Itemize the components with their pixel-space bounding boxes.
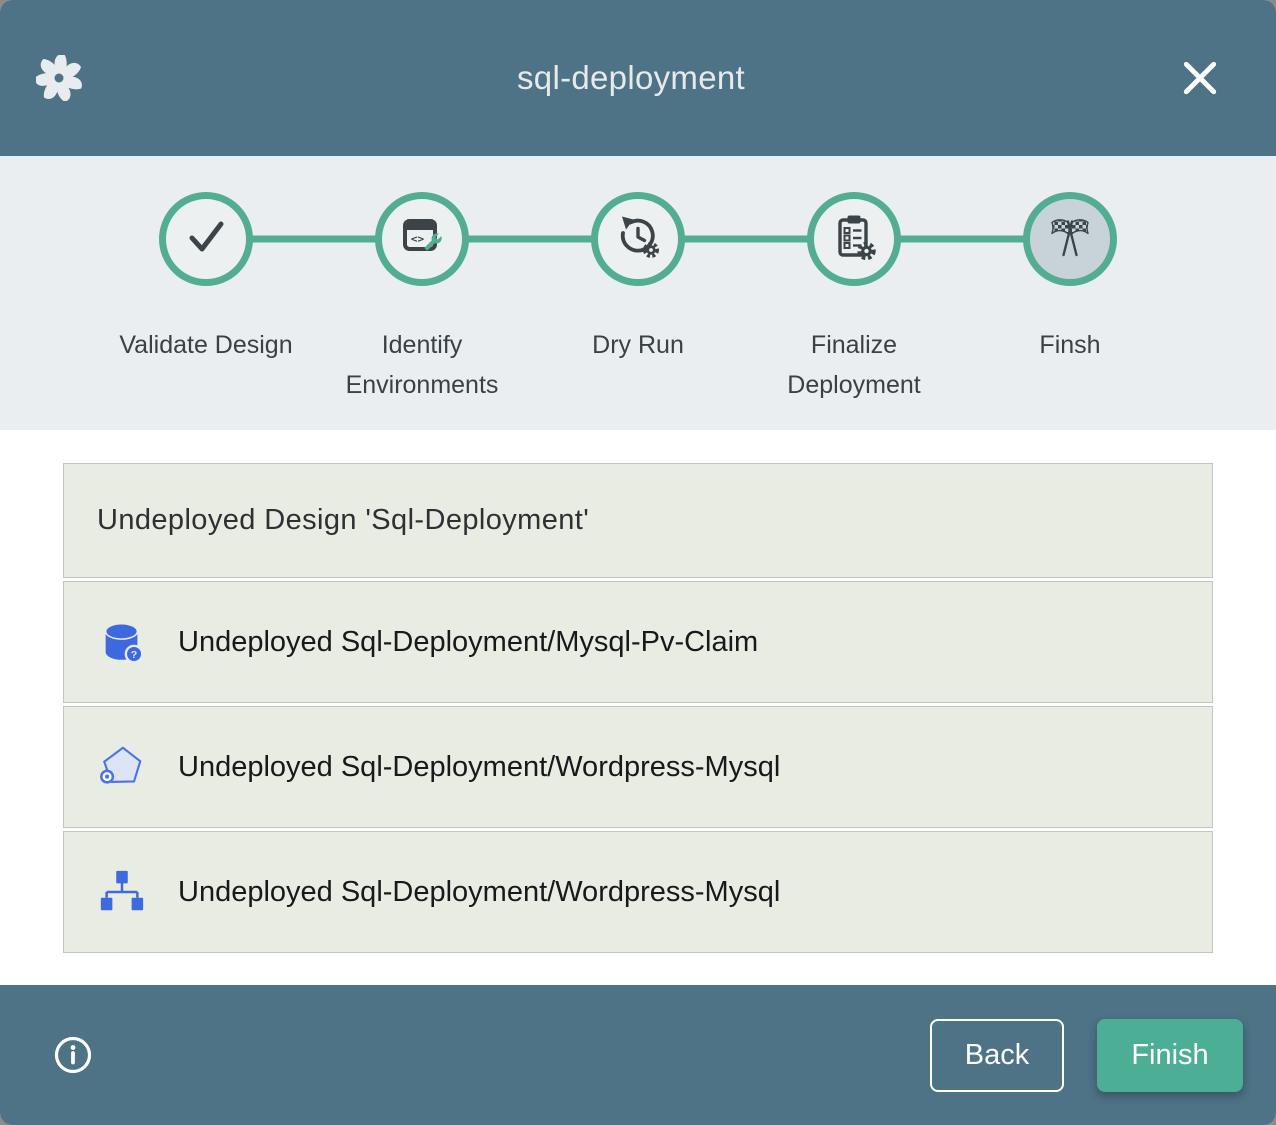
info-icon[interactable]	[52, 1034, 94, 1076]
dialog-header: sql-deployment	[0, 0, 1276, 156]
sitemap-icon	[97, 867, 147, 917]
undeployed-list: Undeployed Design 'Sql-Deployment' ? Und…	[63, 463, 1213, 953]
check-icon	[180, 211, 232, 268]
back-button[interactable]: Back	[930, 1019, 1064, 1092]
code-window-wrench-icon: <>	[396, 211, 448, 268]
list-item: Undeployed Sql-Deployment/Wordpress-Mysq…	[63, 706, 1213, 828]
undeployed-item-text: Undeployed Sql-Deployment/Wordpress-Mysq…	[178, 876, 780, 909]
sync-clock-gear-icon	[612, 211, 664, 268]
undeployed-design-text: Undeployed Design 'Sql-Deployment'	[97, 504, 589, 537]
step-finalize-deployment: Finalize Deployment	[746, 192, 962, 405]
close-icon[interactable]	[1180, 58, 1220, 98]
step-label-5: Finsh	[1039, 325, 1100, 365]
pentagon-badge-icon	[97, 742, 147, 792]
step-identify-environments: <> Identify Environments	[314, 192, 530, 405]
undeployed-item-text: Undeployed Sql-Deployment/Wordpress-Mysq…	[178, 751, 780, 784]
step-circle-4	[807, 192, 901, 286]
status-panel: Undeployed Design 'Sql-Deployment' ? Und…	[0, 430, 1276, 985]
step-validate-design: Validate Design	[98, 192, 314, 405]
checkered-flags-icon	[1044, 211, 1096, 268]
step-label-2: Identify Environments	[333, 325, 511, 405]
step-label-4: Finalize Deployment	[765, 325, 943, 405]
finish-button[interactable]: Finish	[1097, 1019, 1243, 1092]
database-question-icon: ?	[97, 617, 147, 667]
deployment-wizard-dialog: sql-deployment Validate Design	[0, 0, 1276, 1125]
step-circle-3	[591, 192, 685, 286]
step-label-3: Dry Run	[592, 325, 684, 365]
dialog-footer: Back Finish	[0, 985, 1276, 1125]
step-finish: Finsh	[962, 192, 1178, 405]
step-circle-5	[1023, 192, 1117, 286]
svg-text:<>: <>	[411, 232, 425, 245]
list-item: ? Undeployed Sql-Deployment/Mysql-Pv-Cla…	[63, 581, 1213, 703]
list-item: Undeployed Design 'Sql-Deployment'	[63, 463, 1213, 578]
wizard-stepper: Validate Design <> Identify Environments	[0, 156, 1276, 430]
list-item: Undeployed Sql-Deployment/Wordpress-Mysq…	[63, 831, 1213, 953]
step-dry-run: Dry Run	[530, 192, 746, 405]
step-circle-2: <>	[375, 192, 469, 286]
undeployed-item-text: Undeployed Sql-Deployment/Mysql-Pv-Claim	[178, 626, 758, 659]
dialog-title: sql-deployment	[82, 59, 1180, 97]
svg-text:?: ?	[131, 649, 137, 661]
clipboard-gear-icon	[828, 211, 880, 268]
step-circle-1	[159, 192, 253, 286]
step-label-1: Validate Design	[119, 325, 292, 365]
pinwheel-logo-icon	[36, 55, 82, 101]
